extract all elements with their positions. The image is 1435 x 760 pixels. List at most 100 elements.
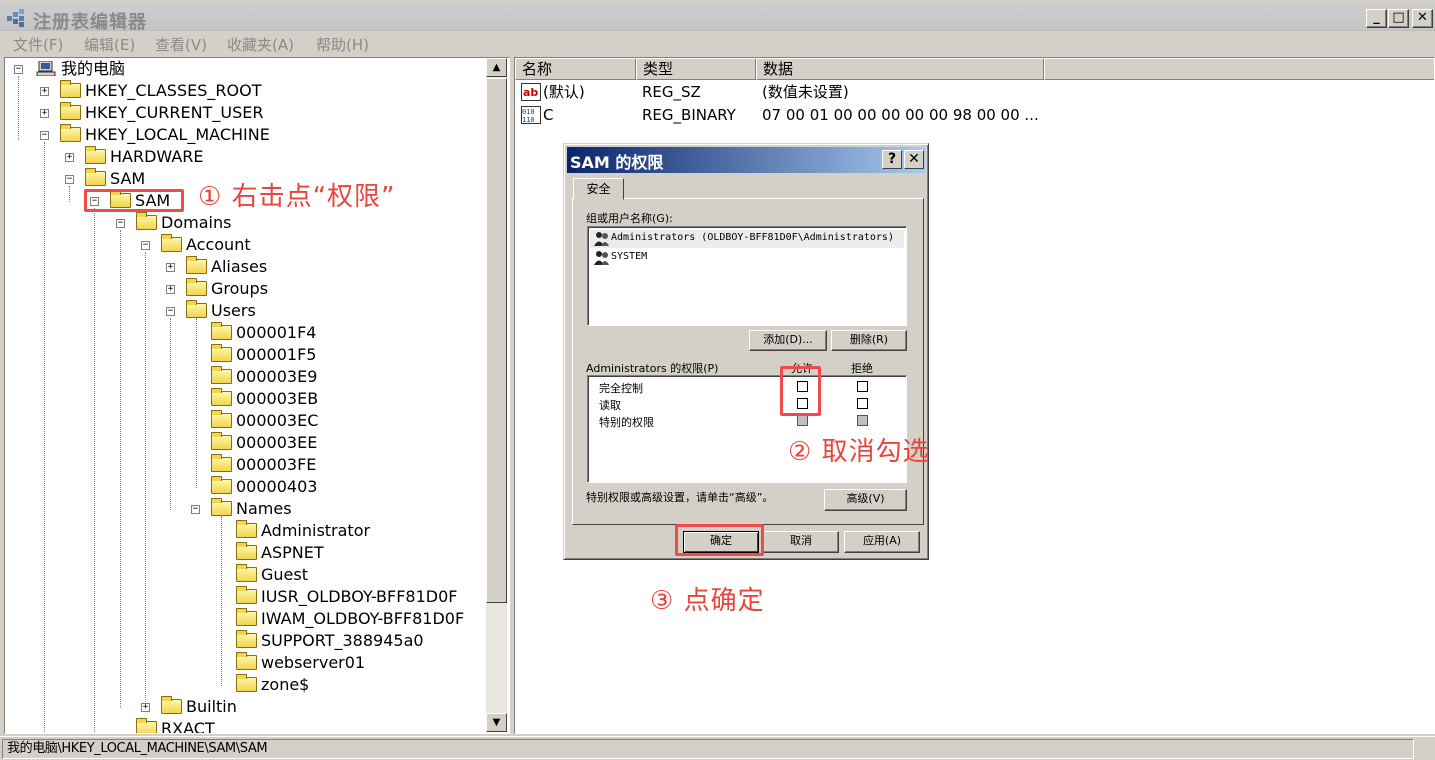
collapse-toggle[interactable]: − [40,131,49,140]
expand-toggle[interactable]: + [40,87,49,96]
column-header-data[interactable]: 数据 [756,58,1044,80]
menu-help[interactable]: 帮助(H) [316,34,369,55]
list-row[interactable]: 010 110 C REG_BINARY 07 00 01 00 00 00 00… [519,104,1419,126]
tree-node-name-key[interactable]: SUPPORT_388945a0 [236,630,424,652]
tree-node-hkcr[interactable]: HKEY_CLASSES_ROOT [60,80,261,102]
tree-node-rxact[interactable]: RXACT [136,718,215,733]
collapse-toggle[interactable]: − [116,219,125,228]
add-button[interactable]: 添加(D)... [749,330,827,351]
tree-label: SAM [110,169,146,188]
menu-view[interactable]: 查看(V) [155,34,207,55]
tree-scrollbar[interactable]: ▲ ▼ [486,58,507,732]
close-button[interactable]: ✕ [1412,9,1433,28]
user-list-item[interactable]: Administrators (OLDBOY-BFF81D0F\Administ… [590,230,904,248]
advanced-note: 特别权限或高级设置，请单击“高级”。 [586,491,774,504]
tree-node-user-key[interactable]: 00000403 [211,476,317,498]
tree-node-user-key[interactable]: 000003EB [211,388,318,410]
dialog-close-button[interactable]: ✕ [904,150,924,169]
deny-full-control-checkbox[interactable] [857,381,868,392]
tree-node-users[interactable]: Users [186,300,256,322]
folder-icon [236,630,257,648]
tree-label: Groups [211,279,269,298]
expand-toggle[interactable]: + [166,263,175,272]
expand-toggle[interactable]: + [141,703,150,712]
tree-node-name-key[interactable]: webserver01 [236,652,365,674]
user-list[interactable]: Administrators (OLDBOY-BFF81D0F\Administ… [587,226,907,326]
help-button[interactable]: ? [882,150,902,169]
menu-file[interactable]: 文件(F) [13,34,63,55]
tree-node-domains[interactable]: Domains [136,212,231,234]
expand-toggle[interactable]: + [166,285,175,294]
tree-node-user-key[interactable]: 000003FE [211,454,316,476]
user-group-icon [594,232,609,246]
column-header-name[interactable]: 名称 [515,58,636,80]
collapse-toggle[interactable]: − [14,65,23,74]
tree-node-names[interactable]: Names [211,498,292,520]
tree-node-hkcu[interactable]: HKEY_CURRENT_USER [60,102,263,124]
deny-read-checkbox[interactable] [857,398,868,409]
dialog-title-bar[interactable]: SAM 的权限 ? ✕ [567,147,925,173]
folder-icon [211,388,232,406]
folder-icon [211,366,232,384]
collapse-toggle[interactable]: − [191,505,200,514]
remove-button[interactable]: 删除(R) [831,330,907,351]
folder-icon [236,586,257,604]
tree-node-hardware[interactable]: HARDWARE [85,146,204,168]
tree-node-groups[interactable]: Groups [186,278,268,300]
tree-node-hklm[interactable]: HKEY_LOCAL_MACHINE [60,124,270,146]
folder-icon [60,102,81,120]
folder-icon [186,278,207,296]
column-header-type[interactable]: 类型 [636,58,756,80]
advanced-button[interactable]: 高级(V) [824,489,907,511]
menu-edit[interactable]: 编辑(E) [84,34,135,55]
scroll-thumb[interactable] [486,78,507,603]
tree-node-account[interactable]: Account [161,234,251,256]
tree-node-builtin[interactable]: Builtin [161,696,237,718]
annotation-step2: ② 取消勾选 [788,437,930,467]
expand-toggle[interactable]: + [65,153,74,162]
collapse-toggle[interactable]: − [166,307,175,316]
cancel-button[interactable]: 取消 [763,531,839,553]
tree-label: Aliases [211,257,268,276]
tree-label: 00000403 [236,477,318,496]
registry-tree[interactable]: − 我的电脑 + HKEY_CLASSES_ROOT + HKEY_CURREN… [4,57,510,734]
permission-special: 特别的权限 [599,416,654,429]
folder-open-icon [136,212,157,230]
tree-line [44,142,45,733]
minimize-button[interactable]: _ [1366,9,1387,28]
apply-button[interactable]: 应用(A) [844,531,920,553]
tree-node-user-key[interactable]: 000001F4 [211,322,316,344]
menu-favorites[interactable]: 收藏夹(A) [227,34,294,55]
tree-node-sam[interactable]: SAM [85,168,145,190]
tree-node-user-key[interactable]: 000003E9 [211,366,317,388]
maximize-button[interactable]: □ [1388,9,1409,28]
tab-security[interactable]: 安全 [573,178,624,200]
user-list-item[interactable]: SYSTEM [590,249,904,267]
tree-node-name-key[interactable]: Administrator [236,520,370,542]
scroll-down-button[interactable]: ▼ [486,713,507,732]
string-value-icon: ab [521,83,541,101]
tree-node-user-key[interactable]: 000001F5 [211,344,316,366]
dialog-title: SAM 的权限 [570,153,664,172]
tree-node-name-key[interactable]: zone$ [236,674,309,696]
tree-node-aliases[interactable]: Aliases [186,256,267,278]
tree-node-name-key[interactable]: Guest [236,564,308,586]
folder-open-icon [211,498,232,516]
tree-node-my-computer[interactable]: 我的电脑 [36,58,125,80]
collapse-toggle[interactable]: − [141,241,150,250]
list-row[interactable]: ab (默认) REG_SZ (数值未设置) [519,81,1419,103]
annotation-step3: ③ 点确定 [650,586,765,616]
tree-node-name-key[interactable]: IUSR_OLDBOY-BFF81D0F [236,586,457,608]
tree-label: Administrator [261,521,371,540]
tree-label: 000003FE [236,455,317,474]
collapse-toggle[interactable]: − [65,175,74,184]
expand-toggle[interactable]: + [40,109,49,118]
scroll-up-button[interactable]: ▲ [486,58,507,77]
title-bar[interactable]: 注册表编辑器 _ □ ✕ [0,3,1435,33]
user-group-icon [594,251,609,265]
folder-icon [236,674,257,692]
tree-node-user-key[interactable]: 000003EE [211,432,317,454]
tree-node-name-key[interactable]: IWAM_OLDBOY-BFF81D0F [236,608,464,630]
tree-node-user-key[interactable]: 000003EC [211,410,318,432]
tree-node-name-key[interactable]: ASPNET [236,542,324,564]
